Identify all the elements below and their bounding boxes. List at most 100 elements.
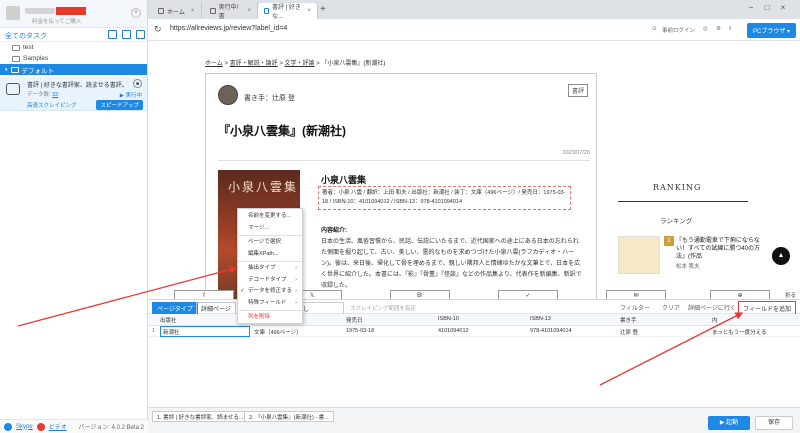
new-tab-icon[interactable]: + xyxy=(320,4,326,15)
breadcrumb-link[interactable]: 文学・評論 xyxy=(285,61,315,67)
maximize-icon[interactable]: □ xyxy=(762,3,772,12)
new-folder-icon[interactable] xyxy=(122,30,131,39)
table-cell[interactable]: 4101094012 xyxy=(438,328,469,334)
login-icon[interactable]: ⊙ xyxy=(652,26,657,32)
close-window-icon[interactable]: × xyxy=(778,3,788,12)
globe-icon[interactable]: ◎ xyxy=(703,26,708,32)
running-status[interactable]: ▶ 実行中 xyxy=(120,91,142,99)
speed-up-button[interactable]: スピードアップ xyxy=(96,100,143,110)
address-bar: ↻ https://allreviews.jp/review?label_id=… xyxy=(148,19,800,41)
tab-running[interactable]: 実行中/書 × xyxy=(204,3,258,20)
data-count-value[interactable]: 32 xyxy=(52,92,58,98)
menu-label: 抽出タイプ xyxy=(248,265,276,271)
start-button[interactable]: ▶ 起動 xyxy=(708,416,750,430)
upgrade-link[interactable]: 料金を払ってご購入 xyxy=(32,17,81,25)
column-header[interactable]: 出版社 xyxy=(160,316,177,324)
menu-item-decode-type[interactable]: デコードタイプ › xyxy=(238,275,302,287)
column-header[interactable]: 書き手 xyxy=(620,316,637,324)
menu-item-extract-type[interactable]: 抽出タイプ › xyxy=(238,263,302,275)
close-icon[interactable]: × xyxy=(247,8,251,14)
column-header[interactable]: 発売日 xyxy=(346,316,363,324)
hatena-share-icon[interactable]: B! xyxy=(390,290,450,299)
column-header[interactable]: ISBN-10 xyxy=(438,316,459,322)
book-meta[interactable]: 著者：小泉 八雲 / 翻訳：上田 和夫 / 出版社：新潮社 / 装丁：文庫（49… xyxy=(318,186,571,210)
close-icon[interactable]: × xyxy=(191,8,195,14)
article-date: 2023/07/26 xyxy=(562,150,590,156)
table-cell[interactable]: まっともう一度分える xyxy=(712,328,796,336)
stop-icon[interactable]: ■ xyxy=(133,79,142,88)
skype-link[interactable]: Skype xyxy=(16,424,33,430)
column-header[interactable]: 内 xyxy=(712,316,718,324)
author-avatar[interactable] xyxy=(218,85,238,105)
ranking-title: RANKING xyxy=(653,183,702,192)
step-tab-2[interactable]: 2. 『小泉八雲集』(新潮社) - 書... xyxy=(244,411,334,422)
menu-item-edit-xpath[interactable]: 編集XPath... xyxy=(238,249,302,261)
minimize-icon[interactable]: − xyxy=(746,3,756,12)
content-text[interactable]: 日本の生活、風俗習慣から、民話、伝説にいたるまで、近代国家への途上にある日本の忘… xyxy=(321,237,583,292)
save-button[interactable]: 保存 xyxy=(755,416,793,430)
avatar[interactable] xyxy=(6,6,20,20)
clear-button[interactable]: クリア xyxy=(662,303,680,312)
url-field[interactable]: https://allreviews.jp/review?label_id=4 xyxy=(170,25,287,32)
goto-detail-button[interactable]: 詳細ページに行く xyxy=(688,303,736,312)
mail-share-icon[interactable]: ✉ xyxy=(606,290,666,299)
pc-browser-button[interactable]: PCブラウザ ▾ xyxy=(746,23,796,38)
ranking-item-title[interactable]: 『もう通勤電車で下痢にならない！すべての試練に勝つ40の方法』(作品 xyxy=(676,237,768,261)
menu-item-rename[interactable]: 名前を変更する... xyxy=(238,211,302,223)
folder-default[interactable]: ▾ デフォルト xyxy=(0,64,147,75)
breadcrumb-link[interactable]: ホーム xyxy=(205,61,223,67)
table-cell[interactable]: 1975-03-18 xyxy=(346,328,374,334)
folder-icon xyxy=(12,55,20,62)
close-icon[interactable]: × xyxy=(131,8,141,18)
facebook-share-icon[interactable]: f xyxy=(174,290,234,299)
breadcrumb-link[interactable]: 書評・解説・論評 xyxy=(230,61,278,67)
tab-review[interactable]: 書評 | 好きな... × xyxy=(258,3,318,20)
table-cell[interactable]: 辻原 登 xyxy=(620,328,638,336)
folder-label: Samples xyxy=(23,55,49,62)
task-item[interactable]: 書評 | 好きな書評家、読ませる書評。ALL... データ数: 32 ■ ▶ 実… xyxy=(0,77,147,111)
pre-login-button[interactable]: 事前ログイン xyxy=(662,26,695,34)
scroll-top-icon[interactable]: ▲ xyxy=(772,247,790,265)
other-share-icon[interactable]: ⊕ xyxy=(710,290,770,299)
folder-test[interactable]: test xyxy=(0,42,147,53)
menu-label: ページで選択 xyxy=(248,239,281,245)
menu-item-select-on-page[interactable]: ページで選択 xyxy=(238,237,302,249)
menu-item-special-field[interactable]: 特殊フィールド › xyxy=(238,298,302,310)
row-number: 1 xyxy=(152,328,156,334)
menu-item-delete-column[interactable]: 列を削除 xyxy=(238,312,302,324)
menu-item-fix-data[interactable]: データを修正する› xyxy=(238,286,302,298)
folder-label: test xyxy=(23,44,34,51)
author-name[interactable]: 書き手：辻原 登 xyxy=(244,93,295,103)
video-icon[interactable] xyxy=(36,422,45,431)
skype-icon[interactable] xyxy=(4,422,12,431)
close-icon[interactable]: × xyxy=(307,8,311,14)
data-count-label: データ数: xyxy=(27,92,51,98)
menu-item-merge[interactable]: マージ... xyxy=(238,223,302,235)
plan-badge xyxy=(56,7,86,15)
reload-icon[interactable]: ↻ xyxy=(154,24,162,35)
scrape-range-button[interactable]: スクレイピング範囲を指定 xyxy=(350,304,416,312)
table-cell[interactable]: 文庫（496ページ） xyxy=(254,328,302,336)
table-row[interactable]: 1 新潮社 文庫（496ページ） 1975-03-18 4101094012 9… xyxy=(148,326,800,337)
filter-button[interactable]: フィルター xyxy=(620,303,650,312)
download-icon[interactable]: ⇩ xyxy=(728,26,733,32)
new-task-icon[interactable] xyxy=(108,30,117,39)
collapse-label[interactable]: 折る xyxy=(785,291,796,299)
breadcrumb: ホーム > 書評・解説・論評 > 文学・評論 > 『小泉八雲集』(新潮社) xyxy=(205,61,386,67)
tab-home[interactable]: ホーム × xyxy=(152,3,202,19)
divider xyxy=(238,261,302,262)
table-cell[interactable]: 978-4101094014 xyxy=(530,328,572,334)
import-icon[interactable] xyxy=(136,30,145,39)
table-cell-publisher[interactable]: 新潮社 xyxy=(160,326,250,337)
menu-label: デコードタイプ xyxy=(248,276,287,283)
pocket-share-icon[interactable]: ✓ xyxy=(498,290,558,299)
page-icon xyxy=(264,8,269,14)
video-link[interactable]: ビデオ xyxy=(49,422,67,431)
all-tasks-label[interactable]: 全てのタスク xyxy=(5,31,47,41)
folder-samples[interactable]: Samples xyxy=(0,53,147,64)
column-header[interactable]: ISBN-13 xyxy=(530,316,551,322)
settings-icon[interactable]: ⚙ xyxy=(716,26,721,32)
ranking-thumbnail[interactable] xyxy=(618,236,660,274)
book-title[interactable]: 小泉八雲集 xyxy=(321,173,366,186)
step-tab-1[interactable]: 1. 書評 | 好きな書評家、読ませる... xyxy=(152,411,249,422)
